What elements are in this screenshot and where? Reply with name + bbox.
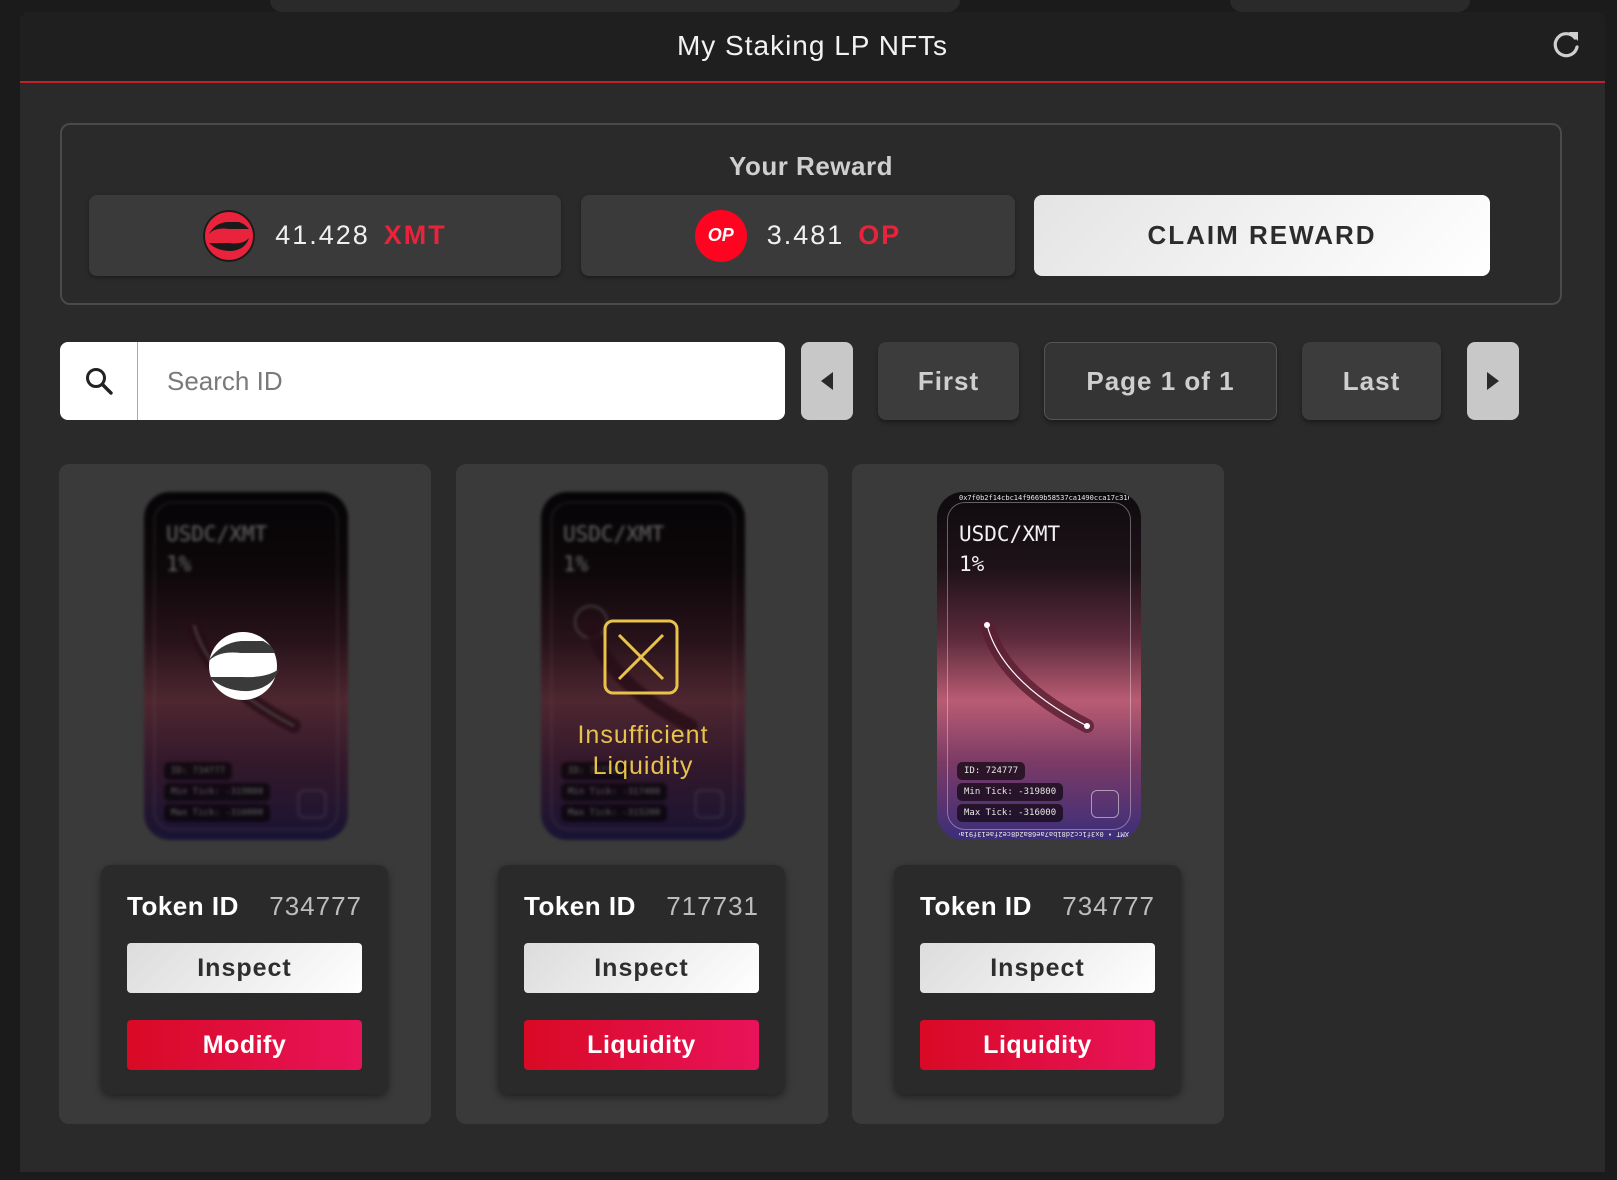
inspect-button[interactable]: Inspect — [524, 943, 759, 993]
token-info: Token ID 734777 Inspect Modify — [101, 865, 388, 1094]
nft-max-tick: Max Tick: -315200 — [561, 804, 668, 822]
warning-x-icon — [603, 619, 679, 695]
last-page-button[interactable]: Last — [1302, 342, 1441, 420]
nft-id-tag: ID: 734777 — [164, 762, 233, 780]
token-id-value: 734777 — [269, 891, 362, 921]
xmt-amount: 41.428 — [275, 220, 370, 250]
modify-button[interactable]: Modify — [127, 1020, 362, 1070]
nft-image: 0x7f0b2f14cbc14f9669b58537ca1490cca17c31… — [937, 492, 1141, 840]
reward-title: Your Reward — [729, 151, 893, 181]
background-tab — [270, 0, 960, 12]
prev-page-button[interactable] — [801, 342, 853, 420]
token-id-value: 717731 — [666, 891, 759, 921]
token-id-label: Token ID — [524, 891, 636, 921]
reward-section: Your Reward 41.428 XMT OP 3.481 OP CLAIM… — [60, 123, 1562, 305]
op-amount: 3.481 — [766, 220, 845, 250]
caret-left-icon — [821, 372, 833, 390]
nft-min-tick: Min Tick: -319800 — [164, 783, 271, 801]
op-symbol: OP — [858, 220, 902, 250]
xmt-symbol: XMT — [383, 220, 447, 250]
nft-card: USDC/XMT 1% ID: 717731 Min Tick: -317400… — [456, 464, 828, 1124]
first-page-button[interactable]: First — [878, 342, 1019, 420]
op-reward: OP 3.481 OP — [581, 195, 1015, 276]
nft-id-tag: ID: 724777 — [957, 762, 1026, 780]
staking-panel: My Staking LP NFTs Your Reward 41.428 XM… — [20, 12, 1605, 1172]
nft-corner-badge — [695, 790, 723, 818]
nft-max-tick: Max Tick: -316000 — [164, 804, 271, 822]
token-id-label: Token ID — [127, 891, 239, 921]
inspect-button[interactable]: Inspect — [127, 943, 362, 993]
search-bar — [60, 342, 785, 420]
nft-min-tick: Min Tick: -317400 — [561, 783, 668, 801]
xmt-coin-icon — [203, 209, 256, 262]
token-id-value: 734777 — [1062, 891, 1155, 921]
claim-reward-button[interactable]: CLAIM REWARD — [1034, 195, 1490, 276]
nft-corner-badge — [298, 790, 326, 818]
nft-max-tick: Max Tick: -316000 — [957, 804, 1064, 822]
nft-card: 0x7f0b2f14cbc14f9669b58537ca1490cca17c31… — [852, 464, 1224, 1124]
op-coin-icon: OP — [694, 209, 747, 262]
token-info: Token ID 717731 Inspect Liquidity — [498, 865, 785, 1094]
token-info: Token ID 734777 Inspect Liquidity — [894, 865, 1181, 1094]
insufficient-liquidity-warning: Insufficient Liquidity — [577, 721, 709, 780]
background-tab — [1230, 0, 1470, 12]
page-indicator: Page 1 of 1 — [1044, 342, 1277, 420]
nft-card: USDC/XMT 1% ID: 734777 Min Tick: -319800… — [59, 464, 431, 1124]
next-page-button[interactable] — [1467, 342, 1519, 420]
xmt-reward: 41.428 XMT — [89, 195, 561, 276]
nft-min-tick: Min Tick: -319800 — [957, 783, 1064, 801]
panel-header: My Staking LP NFTs — [20, 12, 1605, 83]
liquidity-button[interactable]: Liquidity — [524, 1020, 759, 1070]
liquidity-button[interactable]: Liquidity — [920, 1020, 1155, 1070]
token-id-label: Token ID — [920, 891, 1032, 921]
caret-right-icon — [1487, 372, 1499, 390]
page-title: My Staking LP NFTs — [676, 30, 949, 61]
refresh-icon[interactable] — [1549, 28, 1583, 62]
search-icon[interactable] — [60, 342, 138, 420]
nft-corner-badge — [1091, 790, 1119, 818]
inspect-button[interactable]: Inspect — [920, 943, 1155, 993]
search-input[interactable] — [165, 345, 749, 417]
xmt-logo-icon — [207, 632, 279, 700]
